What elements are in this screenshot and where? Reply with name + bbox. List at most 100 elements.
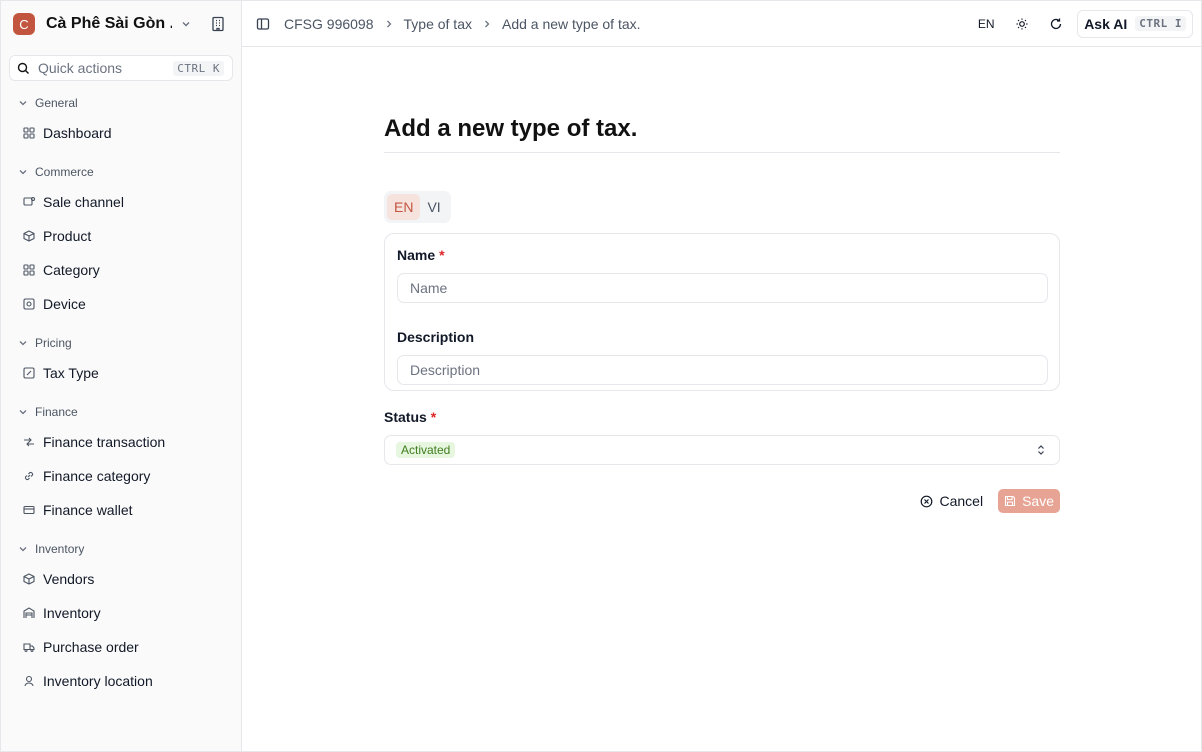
chevron-right-icon	[384, 19, 394, 29]
page-title: Add a new type of tax.	[384, 115, 638, 142]
breadcrumb: CFSG 996098 Type of tax Add a new type o…	[284, 16, 641, 32]
cancel-label: Cancel	[939, 493, 984, 509]
link-icon	[23, 470, 36, 482]
refresh-button[interactable]	[1041, 9, 1071, 39]
channel-icon	[23, 196, 36, 208]
sidebar-item-purchase-order[interactable]: Purchase order	[1, 630, 241, 664]
sidebar-item-product[interactable]: Product	[1, 219, 241, 253]
quick-actions-shortcut: CTRL K	[173, 60, 224, 76]
sidebar-item-dashboard[interactable]: Dashboard	[1, 116, 241, 150]
main-area: CFSG 996098 Type of tax Add a new type o…	[242, 1, 1201, 751]
group-inventory[interactable]: Inventory	[1, 539, 241, 559]
grid-icon	[23, 264, 36, 276]
grid-icon	[23, 127, 36, 139]
chevron-down-icon	[18, 98, 28, 108]
refresh-icon	[1051, 18, 1062, 29]
save-label: Save	[1022, 493, 1054, 509]
sidebar-item-vendors[interactable]: Vendors	[1, 562, 241, 596]
tab-vi[interactable]: VI	[420, 194, 447, 220]
name-label: Name *	[397, 245, 1048, 265]
save-button[interactable]: Save	[998, 489, 1060, 513]
box-icon	[23, 573, 36, 585]
breadcrumb-type-of-tax[interactable]: Type of tax	[404, 16, 472, 32]
chevron-down-icon	[18, 544, 28, 554]
tab-en[interactable]: EN	[387, 194, 421, 220]
description-label: Description	[397, 329, 475, 345]
sidebar-item-label: Finance wallet	[43, 502, 133, 518]
group-title: Pricing	[35, 336, 72, 350]
cancel-button[interactable]: Cancel	[920, 493, 983, 509]
building-icon[interactable]	[210, 16, 226, 32]
truck-icon	[23, 641, 36, 653]
sidebar-item-label: Inventory	[43, 605, 101, 621]
breadcrumb-current: Add a new type of tax.	[501, 15, 641, 32]
breadcrumb-org[interactable]: CFSG 996098	[284, 16, 374, 32]
form-actions: Cancel Save	[384, 489, 1060, 513]
save-icon	[1004, 495, 1016, 507]
language-tabs: EN VI	[384, 191, 451, 223]
divider	[384, 152, 1060, 153]
status-label: Status *	[384, 407, 1060, 427]
ask-ai-label: Ask AI	[1084, 15, 1128, 32]
sidebar-item-label: Category	[43, 262, 100, 278]
chevron-up-down-icon	[1035, 444, 1047, 456]
ask-ai-shortcut: CTRL I	[1135, 16, 1186, 31]
name-placeholder: Name	[410, 280, 448, 296]
quick-actions-label: Quick actions	[38, 60, 123, 76]
app-window: C Cà Phê Sài Gòn ... Quick actions CTRL …	[0, 0, 1202, 752]
chevron-down-icon	[180, 18, 192, 30]
sidebar-toggle-icon[interactable]	[256, 17, 270, 31]
sun-icon	[1016, 18, 1028, 29]
sidebar-item-label: Product	[43, 228, 92, 244]
description-input[interactable]: Description	[397, 355, 1048, 385]
sidebar-item-label: Finance category	[43, 468, 151, 484]
sidebar-item-label: Sale channel	[43, 194, 124, 210]
topbar-actions: EN Ask AI CTRL I	[965, 9, 1193, 39]
name-input[interactable]: Name	[397, 273, 1048, 303]
wallet-icon	[23, 504, 36, 516]
tax-type-form: Add a new type of tax. EN VI Name * Name…	[384, 47, 1060, 513]
sidebar-item-label: Tax Type	[43, 365, 99, 381]
required-mark: *	[430, 409, 437, 425]
sidebar: C Cà Phê Sài Gòn ... Quick actions CTRL …	[1, 1, 242, 751]
sidebar-item-label: Device	[43, 296, 86, 312]
chevron-down-icon	[18, 167, 28, 177]
required-mark: *	[439, 247, 445, 263]
group-commerce[interactable]: Commerce	[1, 162, 241, 182]
name-label-text: Name	[397, 247, 436, 263]
sidebar-item-finance-wallet[interactable]: Finance wallet	[1, 493, 241, 527]
translation-card: Name * Name Description Description	[384, 233, 1060, 391]
sidebar-item-tax-type[interactable]: Tax Type	[1, 356, 241, 390]
status-field: Status * Activated	[384, 407, 1060, 465]
device-icon	[23, 298, 36, 310]
box-icon	[23, 230, 36, 242]
group-finance[interactable]: Finance	[1, 402, 241, 422]
sidebar-item-sale-channel[interactable]: Sale channel	[1, 185, 241, 219]
status-select[interactable]: Activated	[384, 435, 1060, 465]
sidebar-item-inventory-location[interactable]: Inventory location	[1, 664, 241, 698]
group-general[interactable]: General	[1, 93, 241, 113]
language-switch-button[interactable]: EN	[969, 9, 1003, 39]
quick-actions-search[interactable]: Quick actions CTRL K	[9, 55, 233, 81]
brand-name: Cà Phê Sài Gòn ...	[46, 15, 172, 32]
location-icon	[23, 675, 36, 687]
sidebar-item-label: Finance transaction	[43, 434, 166, 450]
sidebar-item-finance-transaction[interactable]: Finance transaction	[1, 425, 241, 459]
ask-ai-button[interactable]: Ask AI CTRL I	[1077, 9, 1193, 38]
sidebar-item-label: Dashboard	[43, 125, 112, 141]
percent-icon	[23, 367, 36, 379]
sidebar-item-inventory[interactable]: Inventory	[1, 596, 241, 630]
close-circle-icon	[920, 495, 933, 508]
sidebar-item-device[interactable]: Device	[1, 287, 241, 321]
sidebar-item-finance-category[interactable]: Finance category	[1, 459, 241, 493]
brand-switcher[interactable]: C Cà Phê Sài Gòn ...	[1, 1, 241, 47]
theme-toggle-button[interactable]	[1007, 9, 1037, 39]
group-title: Finance	[35, 405, 78, 419]
sidebar-item-category[interactable]: Category	[1, 253, 241, 287]
description-placeholder: Description	[410, 362, 481, 378]
group-title: Commerce	[35, 165, 94, 179]
sidebar-item-label: Vendors	[43, 571, 95, 587]
chevron-down-icon	[18, 407, 28, 417]
group-pricing[interactable]: Pricing	[1, 333, 241, 353]
search-icon	[17, 62, 30, 75]
